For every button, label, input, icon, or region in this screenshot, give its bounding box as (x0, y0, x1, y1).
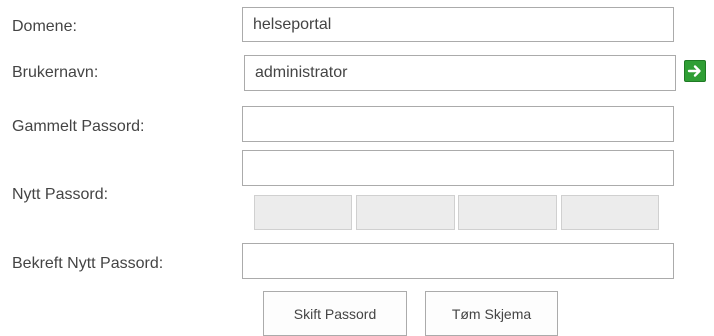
new-password-input[interactable] (242, 150, 674, 186)
username-label: Brukernavn: (12, 64, 99, 81)
username-input[interactable] (244, 55, 676, 91)
strength-segment (561, 195, 659, 230)
strength-segment (254, 195, 352, 230)
strength-segment (356, 195, 455, 230)
domain-input[interactable] (242, 7, 674, 42)
change-password-button[interactable]: Skift Passord (263, 291, 407, 336)
old-password-input[interactable] (242, 106, 674, 142)
confirm-password-input[interactable] (242, 243, 674, 279)
arrow-right-icon (687, 65, 701, 77)
new-password-label: Nytt Passord: (12, 186, 109, 203)
old-password-label: Gammelt Passord: (12, 118, 145, 135)
domain-label: Domene: (12, 18, 77, 35)
clear-form-button[interactable]: Tøm Skjema (425, 291, 558, 336)
strength-segment (458, 195, 557, 230)
confirm-password-label: Bekreft Nytt Passord: (12, 255, 164, 272)
username-go-button[interactable] (684, 60, 706, 82)
